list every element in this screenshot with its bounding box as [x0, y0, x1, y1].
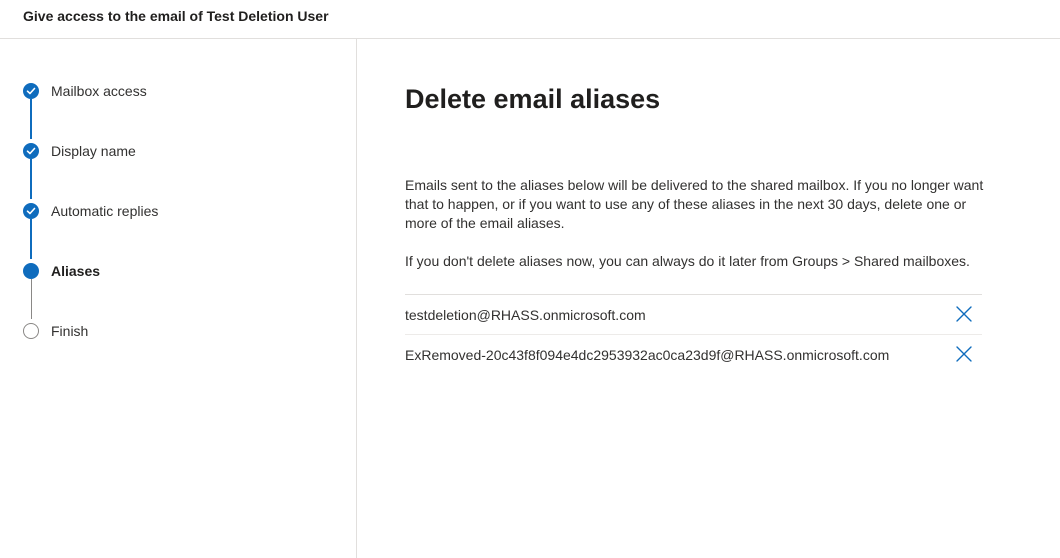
checkmark-icon [23, 203, 39, 219]
checkmark-icon [23, 83, 39, 99]
close-icon [956, 346, 972, 362]
note-text: If you don't delete aliases now, you can… [405, 253, 970, 269]
step-label: Automatic replies [51, 203, 159, 219]
step-label: Display name [51, 143, 136, 159]
step-connector [30, 99, 32, 139]
page-title: Delete email aliases [405, 84, 661, 114]
delete-alias-button[interactable] [954, 304, 974, 324]
current-step-dot-icon [23, 263, 39, 279]
step-connector [30, 279, 32, 319]
step-connector [30, 219, 32, 259]
alias-address: testdeletion@RHASS.onmicrosoft.com [405, 307, 646, 323]
step-label: Aliases [51, 263, 101, 279]
checkmark-icon [23, 143, 39, 159]
empty-circle-icon [23, 323, 39, 339]
panel-header: Give access to the email of Test Deletio… [0, 0, 1060, 39]
list-item: ExRemoved-20c43f8f094e4dc2953932ac0ca23d… [405, 335, 982, 375]
step-mailbox-access[interactable]: Mailbox access [23, 81, 323, 101]
step-connector [30, 159, 32, 199]
description-text: Emails sent to the aliases below will be… [405, 177, 984, 231]
alias-address: ExRemoved-20c43f8f094e4dc2953932ac0ca23d… [405, 347, 890, 363]
wizard-steps-pane: Mailbox access Display name Automatic re… [0, 39, 357, 558]
list-item: testdeletion@RHASS.onmicrosoft.com [405, 295, 982, 335]
step-label: Finish [51, 323, 89, 339]
alias-list: testdeletion@RHASS.onmicrosoft.com ExRem… [405, 294, 982, 375]
step-automatic-replies[interactable]: Automatic replies [23, 201, 323, 221]
step-label: Mailbox access [51, 83, 147, 99]
step-display-name[interactable]: Display name [23, 141, 323, 161]
delete-alias-button[interactable] [954, 344, 974, 364]
step-finish[interactable]: Finish [23, 321, 323, 341]
close-icon [956, 306, 972, 322]
panel-title: Give access to the email of Test Deletio… [23, 8, 329, 24]
step-aliases[interactable]: Aliases [23, 261, 323, 281]
